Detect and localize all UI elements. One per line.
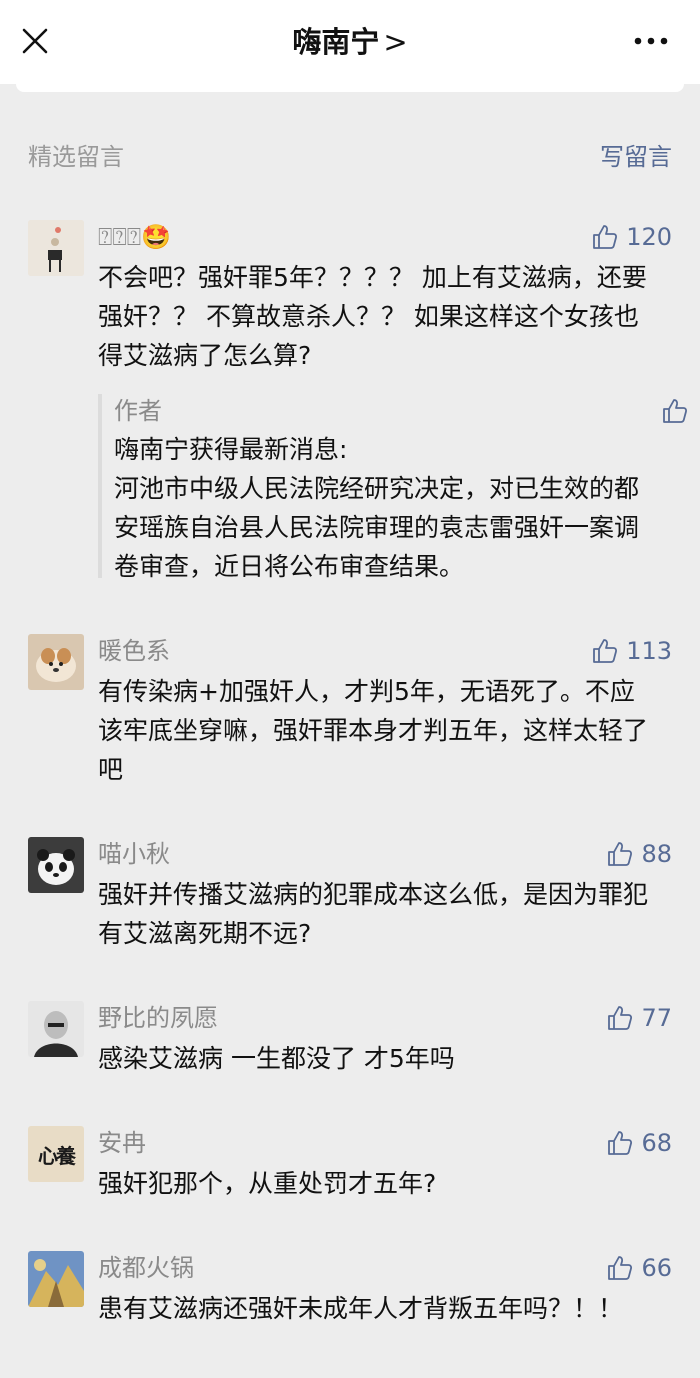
comment-item: 成都火锅 66 患有艾滋病还强奸未成年人才背叛五年吗？！！	[28, 1251, 672, 1371]
comment-nickname[interactable]: 喵小秋	[98, 837, 170, 871]
like-button[interactable]: 68	[607, 1126, 672, 1160]
thumbs-up-icon	[608, 1006, 633, 1030]
comment-nickname[interactable]: ⍰⍰⍰🤩	[98, 220, 171, 254]
like-count: 77	[641, 1004, 672, 1032]
thumbs-up-icon[interactable]	[662, 398, 688, 424]
like-count: 88	[641, 840, 672, 868]
like-count: 120	[626, 223, 672, 251]
comment-text: 不会吧？强奸罪5年？？？？ 加上有艾滋病，还要强奸？？ 不算故意杀人？？ 如果这…	[98, 263, 647, 370]
thumbs-up-icon	[608, 842, 633, 866]
chevron-right-icon: >	[383, 25, 408, 59]
avatar[interactable]	[28, 634, 84, 690]
comment-nickname[interactable]: 野比的夙愿	[98, 1001, 218, 1035]
like-button[interactable]: 120	[592, 220, 672, 254]
author-reply: 作者 嗨南宁获得最新消息: 河池市中级人民法院经研究决定，对已生效的都安瑶族自治…	[98, 394, 688, 581]
comment-item: 喵小秋 88 强奸并传播艾滋病的犯罪成本这么低，是因为罪犯有艾滋离死期不远?	[28, 837, 672, 957]
top-bar: 嗨南宁 >	[0, 0, 700, 84]
comment-text: 感染艾滋病 一生都没了 才5年吗	[98, 1044, 455, 1073]
reply-author: 作者	[114, 397, 162, 425]
reply-text: 嗨南宁获得最新消息: 河池市中级人民法院经研究决定，对已生效的都安瑶族自治县人民…	[114, 435, 640, 581]
more-icon[interactable]	[633, 33, 669, 49]
like-button[interactable]: 66	[607, 1251, 672, 1285]
like-button[interactable]: 113	[592, 634, 672, 668]
like-count: 66	[641, 1254, 672, 1282]
comment-item: 心養 安冉 68 强奸犯那个，从重处罚才五年?	[28, 1126, 672, 1206]
like-count: 113	[626, 637, 672, 665]
comment-item: 暖色系 113 有传染病+加强奸人，才判5年，无语死了。不应该牢底坐穿嘛，强奸罪…	[28, 634, 672, 794]
comment-text: 患有艾滋病还强奸未成年人才背叛五年吗？！！	[98, 1294, 624, 1323]
comment-text: 强奸并传播艾滋病的犯罪成本这么低，是因为罪犯有艾滋离死期不远?	[98, 880, 649, 948]
comment-item: 野比的夙愿 77 感染艾滋病 一生都没了 才5年吗	[28, 1001, 672, 1081]
comment-text: 有传染病+加强奸人，才判5年，无语死了。不应该牢底坐穿嘛，强奸罪本身才判五年，这…	[98, 677, 649, 784]
section-title: 精选留言	[28, 143, 124, 171]
avatar[interactable]	[28, 1001, 84, 1057]
avatar[interactable]	[28, 220, 84, 276]
thumbs-up-icon	[608, 1256, 633, 1280]
avatar[interactable]: 心養	[28, 1126, 84, 1182]
like-count: 68	[641, 1129, 672, 1157]
comments-header: 精选留言 写留言	[28, 140, 672, 174]
article-card-edge	[16, 84, 684, 92]
thumbs-up-icon	[593, 225, 618, 249]
page-title-text: 嗨南宁	[292, 25, 380, 59]
page-title[interactable]: 嗨南宁 >	[0, 22, 700, 62]
comment-text: 强奸犯那个，从重处罚才五年?	[98, 1169, 437, 1198]
comment-nickname[interactable]: 成都火锅	[98, 1251, 194, 1285]
avatar[interactable]	[28, 837, 84, 893]
comment-nickname[interactable]: 安冉	[98, 1126, 146, 1160]
thumbs-up-icon	[593, 639, 618, 663]
comment-nickname[interactable]: 暖色系	[98, 634, 170, 668]
like-button[interactable]: 88	[607, 837, 672, 871]
like-button[interactable]: 77	[607, 1001, 672, 1035]
avatar[interactable]	[28, 1251, 84, 1307]
write-comment-link[interactable]: 写留言	[600, 140, 672, 174]
avatar-calligraphy: 心養	[38, 1143, 76, 1168]
thumbs-up-icon	[608, 1131, 633, 1155]
comment-item: ⍰⍰⍰🤩 120 不会吧？强奸罪5年？？？？ 加上有艾滋病，还要强奸？？ 不算故…	[28, 220, 688, 590]
